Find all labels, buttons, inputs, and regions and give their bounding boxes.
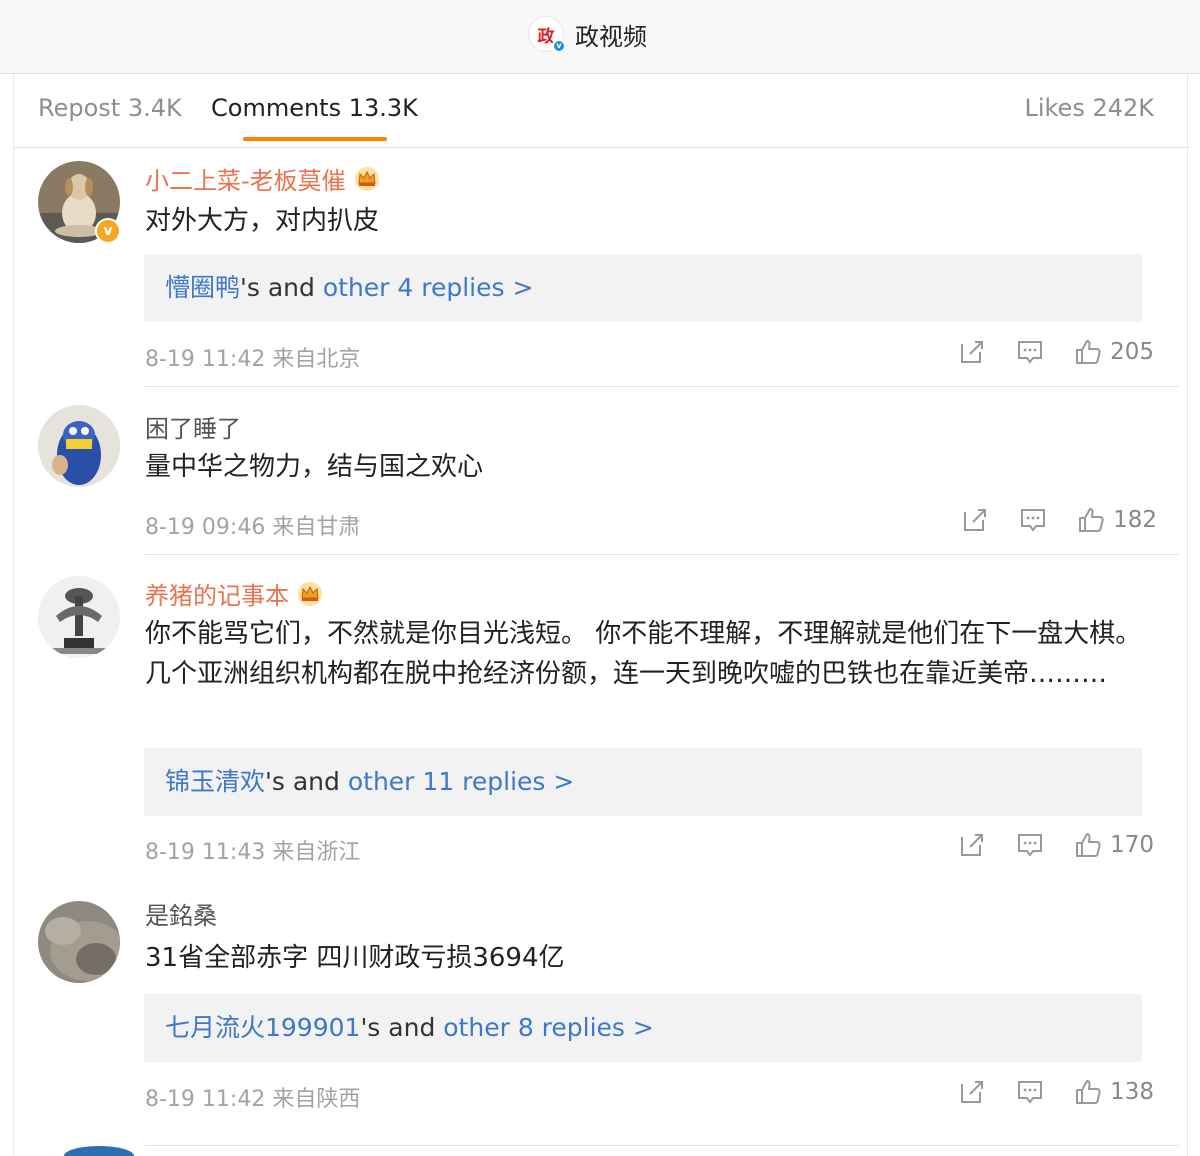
- like-count: 182: [1113, 507, 1157, 533]
- comment-item: 养猪的记事本 你不能骂它们，不然就是你目光浅短。 你不能不理解，不理解就是他们在…: [14, 555, 1189, 881]
- comment-text: 对外大方，对内扒皮: [145, 206, 380, 236]
- reply-icon[interactable]: [1016, 338, 1044, 366]
- comment-item: 是銘桑 31省全部赤字 四川财政亏损3694亿 七月流火199901's and…: [14, 881, 1189, 1146]
- active-tab-indicator: [243, 137, 387, 141]
- comment-meta: 8-19 11:43 来自浙江: [145, 834, 360, 866]
- share-icon[interactable]: [958, 1078, 986, 1106]
- avatar[interactable]: [38, 576, 120, 658]
- reply-user-link[interactable]: 七月流火199901: [165, 1013, 360, 1042]
- comment-username[interactable]: 养猪的记事本: [145, 576, 325, 611]
- tab-repost[interactable]: Repost 3.4K: [38, 94, 182, 122]
- comment-actions: 170: [958, 831, 1154, 859]
- tab-likes[interactable]: Likes 242K: [1024, 94, 1154, 122]
- comment-location: 来自浙江: [272, 840, 361, 865]
- like-count: 138: [1110, 1079, 1154, 1105]
- like-button[interactable]: 170: [1074, 831, 1154, 859]
- comment-actions: 182: [961, 506, 1157, 534]
- vip-crown-icon: [298, 581, 322, 606]
- comment-time: 8-19 09:46: [145, 515, 266, 540]
- avatar[interactable]: [38, 405, 120, 487]
- comment-actions: 205: [958, 338, 1154, 366]
- share-icon[interactable]: [958, 338, 986, 366]
- share-icon[interactable]: [961, 506, 989, 534]
- replies-preview[interactable]: 锦玉清欢's and other 11 replies >: [144, 748, 1142, 816]
- replies-connector: 's and: [265, 767, 348, 796]
- username-text[interactable]: 困了睡了: [145, 409, 241, 444]
- divider: [145, 1145, 1179, 1146]
- verified-badge-icon: v: [95, 218, 121, 244]
- comment-username[interactable]: 小二上菜-老板莫催: [145, 161, 382, 196]
- comment-item: 困了睡了 量中华之物力，结与国之欢心 8-19 09:46 来自甘肃 182: [14, 387, 1189, 555]
- thumbs-up-icon: [1076, 1080, 1101, 1104]
- comment-username[interactable]: 是銘桑: [145, 896, 217, 931]
- comment-username[interactable]: 困了睡了: [145, 409, 241, 444]
- username-text[interactable]: 是銘桑: [145, 896, 217, 931]
- comment-actions: 138: [958, 1078, 1154, 1106]
- more-replies-link[interactable]: other 8 replies >: [443, 1013, 654, 1042]
- reply-icon[interactable]: [1016, 831, 1044, 859]
- comment-time: 8-19 11:43: [145, 840, 266, 865]
- comment-location: 来自甘肃: [272, 515, 361, 540]
- replies-connector: 's and: [360, 1013, 444, 1042]
- comment-text: 31省全部赤字 四川财政亏损3694亿: [145, 943, 565, 973]
- comments-panel: Repost 3.4K Comments 13.3K Likes 242K v …: [13, 74, 1189, 1156]
- like-count: 205: [1110, 339, 1154, 365]
- thumbs-up-icon: [1076, 340, 1101, 364]
- comment-item: v 小二上菜-老板莫催 对外大方，对内扒皮 懵圈鸭's and other 4 …: [14, 148, 1189, 387]
- like-button[interactable]: 138: [1074, 1078, 1154, 1106]
- like-count: 170: [1110, 832, 1154, 858]
- top-bar: 政 v 政视频: [0, 0, 1200, 74]
- reply-user-link[interactable]: 锦玉清欢: [165, 767, 265, 796]
- next-comment-avatar: [64, 1146, 134, 1156]
- comment-time: 8-19 11:42: [145, 347, 266, 372]
- account-logo[interactable]: 政 v: [528, 16, 566, 53]
- reply-user-link[interactable]: 懵圈鸭: [165, 273, 240, 302]
- comment-meta: 8-19 09:46 来自甘肃: [145, 509, 360, 541]
- comment-text: 量中华之物力，结与国之欢心: [145, 452, 484, 482]
- avatar[interactable]: [38, 901, 120, 983]
- more-replies-link[interactable]: other 4 replies >: [323, 273, 534, 302]
- thumbs-up-icon: [1076, 833, 1101, 857]
- tab-comments[interactable]: Comments 13.3K: [211, 94, 418, 122]
- reply-icon[interactable]: [1016, 1078, 1044, 1106]
- replies-connector: 's and: [240, 273, 323, 302]
- replies-preview[interactable]: 懵圈鸭's and other 4 replies >: [144, 254, 1142, 322]
- like-button[interactable]: 205: [1074, 338, 1154, 366]
- tab-bar: Repost 3.4K Comments 13.3K Likes 242K: [14, 74, 1189, 148]
- reply-icon[interactable]: [1019, 506, 1047, 534]
- replies-preview[interactable]: 七月流火199901's and other 8 replies >: [144, 994, 1142, 1062]
- comment-time: 8-19 11:42: [145, 1087, 266, 1112]
- username-text[interactable]: 小二上菜-老板莫催: [145, 161, 346, 196]
- thumbs-up-icon: [1079, 508, 1104, 532]
- username-text[interactable]: 养猪的记事本: [145, 576, 289, 611]
- account-name[interactable]: 政视频: [575, 17, 647, 52]
- comment-meta: 8-19 11:42 来自北京: [145, 341, 360, 373]
- comment-location: 来自陕西: [272, 1087, 361, 1112]
- share-icon[interactable]: [958, 831, 986, 859]
- vip-crown-icon: [354, 166, 379, 191]
- more-replies-link[interactable]: other 11 replies >: [348, 767, 574, 796]
- verified-blue-icon: v: [552, 39, 566, 53]
- comment-location: 来自北京: [272, 347, 361, 372]
- account-header[interactable]: 政 v 政视频: [528, 14, 647, 54]
- comment-meta: 8-19 11:42 来自陕西: [145, 1081, 360, 1113]
- like-button[interactable]: 182: [1077, 506, 1157, 534]
- comment-text: 你不能骂它们，不然就是你目光浅短。 你不能不理解，不理解就是他们在下一盘大棋。 …: [145, 619, 1142, 689]
